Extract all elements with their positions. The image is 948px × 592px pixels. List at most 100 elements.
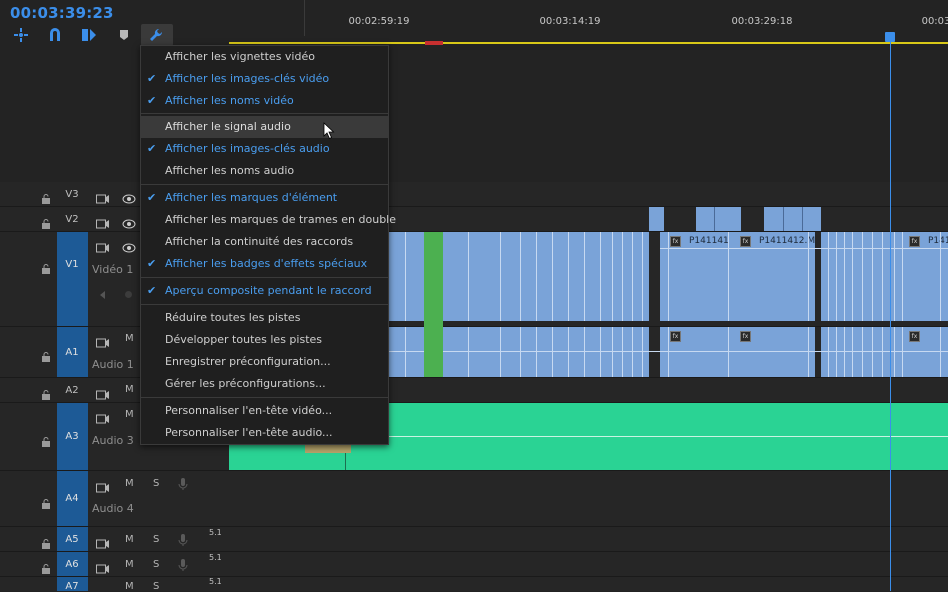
eye-icon[interactable] bbox=[122, 214, 136, 233]
track-header-a6[interactable]: A6 M S 5.1 bbox=[0, 552, 230, 577]
clip-edge bbox=[405, 232, 406, 321]
snap-magnet-icon[interactable] bbox=[46, 27, 64, 43]
toggle-sync-lock-icon[interactable] bbox=[96, 478, 109, 497]
track-target-a4[interactable]: A4 bbox=[57, 471, 88, 526]
track-target-v1[interactable]: V1 bbox=[57, 232, 88, 326]
menu-item-expand-all-tracks[interactable]: Développer toutes les pistes bbox=[141, 329, 388, 351]
lock-icon[interactable] bbox=[41, 347, 51, 362]
lane-a7[interactable] bbox=[229, 577, 948, 591]
prev-keyframe-icon[interactable] bbox=[100, 291, 105, 299]
track-name-a2[interactable]: A2 bbox=[57, 385, 87, 396]
solo-button[interactable]: S bbox=[153, 534, 159, 545]
audio-clip-group[interactable] bbox=[660, 327, 815, 377]
solo-button[interactable]: S bbox=[153, 581, 159, 592]
mute-button[interactable]: M bbox=[125, 384, 134, 395]
track-name-a7: A7 bbox=[65, 581, 79, 592]
menu-item-show-clip-markers[interactable]: ✔ Afficher les marques d'élément bbox=[141, 187, 388, 209]
timeline-settings-button[interactable] bbox=[141, 24, 173, 46]
mute-button[interactable]: M bbox=[125, 333, 134, 344]
track-header-a7[interactable]: A7 M S 5.1 bbox=[0, 577, 230, 592]
toggle-sync-lock-icon[interactable] bbox=[96, 409, 109, 428]
lock-icon[interactable] bbox=[41, 494, 51, 509]
track-name-v3[interactable]: V3 bbox=[57, 189, 87, 200]
lock-icon[interactable] bbox=[41, 259, 51, 274]
menu-item-show-audio-waveform[interactable]: Afficher le signal audio bbox=[141, 116, 388, 138]
track-label-a4: Audio 4 bbox=[92, 502, 134, 515]
menu-item-show-duplicate-frame-markers[interactable]: Afficher les marques de trames en double bbox=[141, 209, 396, 231]
menu-item-composite-preview-during-trim[interactable]: ✔ Aperçu composite pendant le raccord bbox=[141, 280, 388, 302]
menu-item-label: Personnaliser l'en-tête audio... bbox=[165, 426, 333, 439]
clip-edge bbox=[552, 232, 553, 321]
playhead-line[interactable] bbox=[890, 40, 891, 591]
eye-icon[interactable] bbox=[122, 189, 136, 208]
toggle-sync-lock-icon[interactable] bbox=[96, 559, 109, 578]
lock-icon[interactable] bbox=[41, 559, 51, 574]
menu-item-customize-video-header[interactable]: Personnaliser l'en-tête vidéo... bbox=[141, 400, 388, 422]
toggle-sync-lock-icon[interactable] bbox=[96, 238, 109, 257]
clip-edge bbox=[852, 327, 853, 377]
mute-button[interactable]: M bbox=[125, 478, 134, 489]
track-target-a1[interactable]: A1 bbox=[57, 327, 88, 377]
microphone-icon[interactable] bbox=[178, 532, 188, 551]
menu-item-show-through-edits[interactable]: Afficher la continuité des raccords bbox=[141, 231, 388, 253]
solo-button[interactable]: S bbox=[153, 478, 159, 489]
timecode-display[interactable]: 00:03:39:23 bbox=[10, 4, 114, 22]
toggle-sync-lock-icon[interactable] bbox=[96, 333, 109, 352]
video-clip[interactable] bbox=[764, 207, 821, 231]
lock-icon[interactable] bbox=[41, 214, 51, 229]
lane-a6[interactable] bbox=[229, 552, 948, 577]
lock-icon[interactable] bbox=[41, 432, 51, 447]
microphone-icon[interactable] bbox=[178, 476, 188, 495]
green-clip[interactable] bbox=[424, 232, 443, 377]
track-header-a4[interactable]: A4 Audio 4 M S bbox=[0, 471, 230, 527]
clip-edge bbox=[668, 232, 669, 321]
lane-a4[interactable] bbox=[229, 471, 948, 527]
eye-icon[interactable] bbox=[122, 238, 136, 257]
lock-icon[interactable] bbox=[41, 385, 51, 400]
track-header-a5[interactable]: A5 M S 5.1 bbox=[0, 527, 230, 552]
microphone-icon[interactable] bbox=[178, 557, 188, 576]
nest-sequence-icon[interactable] bbox=[12, 27, 30, 43]
track-target-a7[interactable]: A7 bbox=[57, 577, 88, 592]
menu-item-minimize-all-tracks[interactable]: Réduire toutes les pistes bbox=[141, 307, 388, 329]
playhead-handle[interactable] bbox=[885, 32, 895, 42]
mute-button[interactable]: M bbox=[125, 581, 134, 592]
lock-icon[interactable] bbox=[41, 189, 51, 204]
menu-item-customize-audio-header[interactable]: Personnaliser l'en-tête audio... bbox=[141, 422, 388, 444]
track-target-a3[interactable]: A3 bbox=[57, 403, 88, 470]
add-marker-icon[interactable] bbox=[116, 27, 134, 43]
video-clip[interactable] bbox=[696, 207, 741, 231]
mute-button[interactable]: M bbox=[125, 559, 134, 570]
menu-item-save-preset[interactable]: Enregistrer préconfiguration... bbox=[141, 351, 388, 373]
menu-item-show-video-names[interactable]: ✔ Afficher les noms vidéo bbox=[141, 90, 388, 112]
menu-item-show-audio-keyframes[interactable]: ✔ Afficher les images-clés audio bbox=[141, 138, 388, 160]
toggle-sync-lock-icon[interactable] bbox=[96, 189, 109, 208]
menu-item-manage-presets[interactable]: Gérer les préconfigurations... bbox=[141, 373, 388, 395]
toggle-sync-lock-icon[interactable] bbox=[96, 534, 109, 553]
add-keyframe-icon[interactable] bbox=[125, 291, 132, 298]
toggle-sync-lock-icon[interactable] bbox=[96, 214, 109, 233]
mute-button[interactable]: M bbox=[125, 409, 134, 420]
toggle-sync-lock-icon[interactable] bbox=[96, 385, 109, 404]
menu-item-show-video-thumbnails[interactable]: Afficher les vignettes vidéo bbox=[141, 46, 388, 68]
mute-button[interactable]: M bbox=[125, 534, 134, 545]
menu-item-show-fx-badges[interactable]: ✔ Afficher les badges d'effets spéciaux bbox=[141, 253, 388, 275]
track-name-v2[interactable]: V2 bbox=[57, 214, 87, 225]
audio-clip-group[interactable] bbox=[821, 327, 948, 377]
track-label-a1: Audio 1 bbox=[92, 358, 134, 371]
work-area-bar[interactable] bbox=[229, 42, 948, 44]
clip-edge bbox=[632, 327, 633, 377]
menu-item-show-audio-names[interactable]: Afficher les noms audio bbox=[141, 160, 388, 182]
video-clip[interactable] bbox=[649, 207, 664, 231]
track-target-a6[interactable]: A6 bbox=[57, 552, 88, 576]
lane-a5[interactable] bbox=[229, 527, 948, 552]
clip-name: P141141 bbox=[689, 236, 729, 246]
solo-button[interactable]: S bbox=[153, 559, 159, 570]
menu-item-show-video-keyframes[interactable]: ✔ Afficher les images-clés vidéo bbox=[141, 68, 388, 90]
clip-edge bbox=[642, 327, 643, 377]
channel-format-label: 5.1 bbox=[209, 553, 222, 562]
linked-selection-icon[interactable] bbox=[80, 27, 98, 43]
lock-icon[interactable] bbox=[41, 534, 51, 549]
track-target-a5[interactable]: A5 bbox=[57, 527, 88, 551]
menu-item-label: Personnaliser l'en-tête vidéo... bbox=[165, 404, 333, 417]
